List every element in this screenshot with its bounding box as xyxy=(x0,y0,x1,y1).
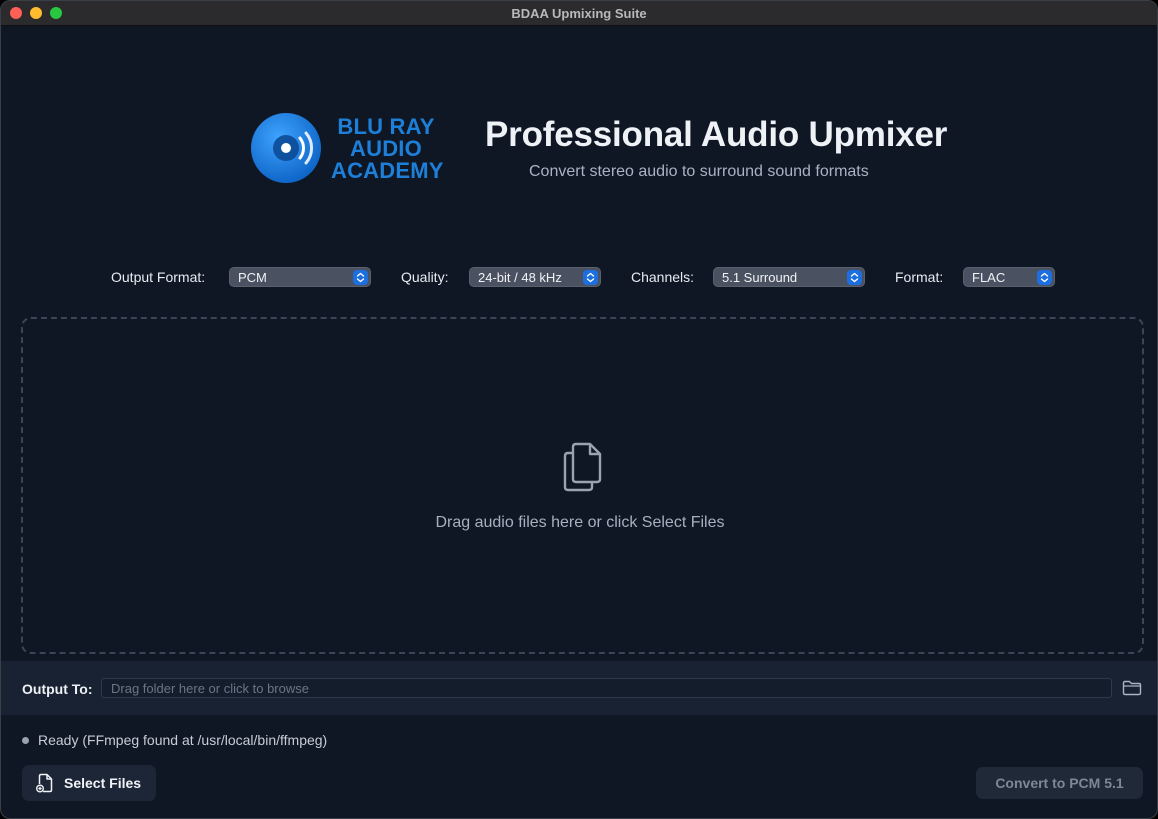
output-folder-input[interactable] xyxy=(101,678,1112,698)
chevron-updown-icon xyxy=(847,270,862,285)
format-label: Format: xyxy=(895,269,944,285)
output-format-label: Output Format: xyxy=(111,269,206,285)
channels-select[interactable]: 5.1 Surround xyxy=(713,267,865,287)
chevron-updown-icon xyxy=(583,270,598,285)
channels-label: Channels: xyxy=(631,269,695,285)
quality-label: Quality: xyxy=(401,269,449,285)
select-files-label: Select Files xyxy=(64,775,142,791)
page-subtitle: Convert stereo audio to surround sound f… xyxy=(529,163,869,180)
page-title: Professional Audio Upmixer xyxy=(485,115,948,154)
title-bar: BDAA Upmixing Suite xyxy=(1,1,1157,26)
add-file-icon xyxy=(36,773,53,793)
documents-icon xyxy=(563,442,602,492)
output-format-select[interactable]: PCM xyxy=(229,267,371,287)
select-files-button[interactable]: Select Files xyxy=(22,765,156,801)
quality-value: 24-bit / 48 kHz xyxy=(478,270,562,285)
output-format-value: PCM xyxy=(238,270,267,285)
format-select[interactable]: FLAC xyxy=(963,267,1055,287)
logo-line-1: BLU RAY xyxy=(337,114,435,139)
disc-logo-icon xyxy=(251,113,321,183)
chevron-updown-icon xyxy=(1037,270,1052,285)
status-text: Ready (FFmpeg found at /usr/local/bin/ff… xyxy=(38,732,328,748)
folder-icon[interactable] xyxy=(1122,680,1142,696)
logo-line-3: ACADEMY xyxy=(331,158,444,183)
logo-line-2: AUDIO xyxy=(350,136,422,161)
convert-button[interactable]: Convert to PCM 5.1 xyxy=(976,767,1143,799)
chevron-updown-icon xyxy=(353,270,368,285)
status-indicator xyxy=(22,737,29,744)
quality-select[interactable]: 24-bit / 48 kHz xyxy=(469,267,601,287)
app-window: BDAA Upmixing Suite BLU RAY AUDIO ACADEM… xyxy=(0,0,1158,819)
logo-wordmark: BLU RAY AUDIO ACADEMY xyxy=(331,114,444,183)
window-title: BDAA Upmixing Suite xyxy=(511,6,647,21)
format-value: FLAC xyxy=(972,270,1006,285)
channels-value: 5.1 Surround xyxy=(722,270,798,285)
output-to-label: Output To: xyxy=(22,681,93,697)
drop-zone-hint: Drag audio files here or click Select Fi… xyxy=(435,514,725,531)
